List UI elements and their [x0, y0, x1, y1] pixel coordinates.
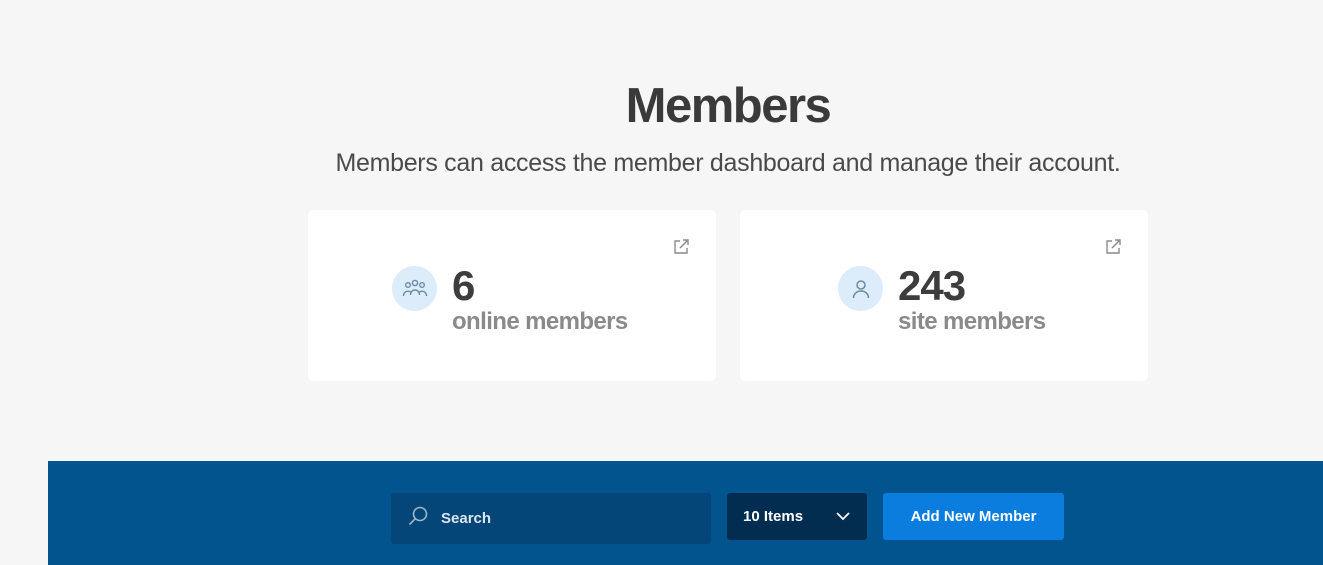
user-icon [838, 266, 883, 311]
external-link-icon[interactable] [672, 238, 690, 256]
members-page: Members Members can access the member da… [0, 0, 1323, 565]
page-title: Members [625, 79, 832, 133]
online-members-card[interactable]: 6 online members [308, 210, 716, 381]
site-members-card[interactable]: 243 site members [740, 210, 1148, 381]
online-members-label: online members [452, 308, 628, 335]
search-placeholder: Search [441, 510, 492, 527]
members-toolbar: Search 10 Items Add New Member [48, 461, 1323, 565]
online-members-count: 6 [452, 262, 475, 309]
search-icon [407, 505, 429, 532]
site-members-count: 243 [898, 262, 966, 309]
items-per-page-select[interactable]: 10 Items [727, 493, 867, 540]
chevron-down-icon [835, 508, 851, 525]
site-members-label: site members [898, 308, 1046, 335]
page-subtitle: Members can access the member dashboard … [335, 149, 1121, 177]
external-link-icon[interactable] [1104, 238, 1122, 256]
items-per-page-value: 10 Items [743, 508, 804, 525]
group-icon [392, 266, 437, 311]
search-input[interactable]: Search [391, 493, 711, 544]
add-new-member-button[interactable]: Add New Member [883, 493, 1064, 540]
